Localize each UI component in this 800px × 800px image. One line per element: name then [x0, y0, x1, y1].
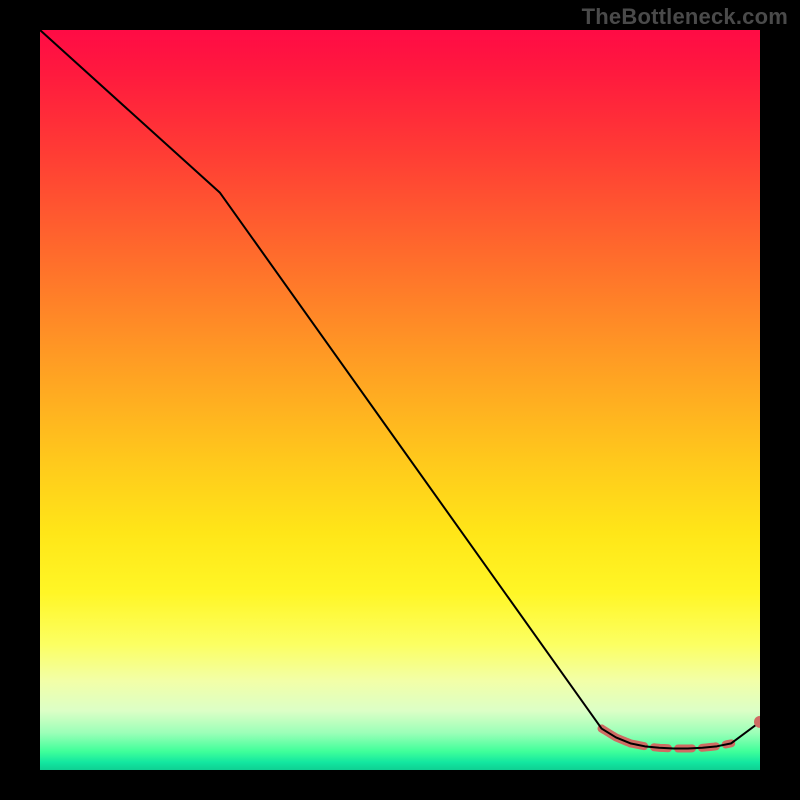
highlight-layer	[598, 725, 732, 749]
chart-stage: TheBottleneck.com	[0, 0, 800, 800]
watermark-text: TheBottleneck.com	[582, 4, 788, 30]
line-layer	[40, 30, 760, 749]
plot-area	[40, 30, 760, 770]
chart-svg	[40, 30, 760, 770]
main-curve	[40, 30, 760, 749]
